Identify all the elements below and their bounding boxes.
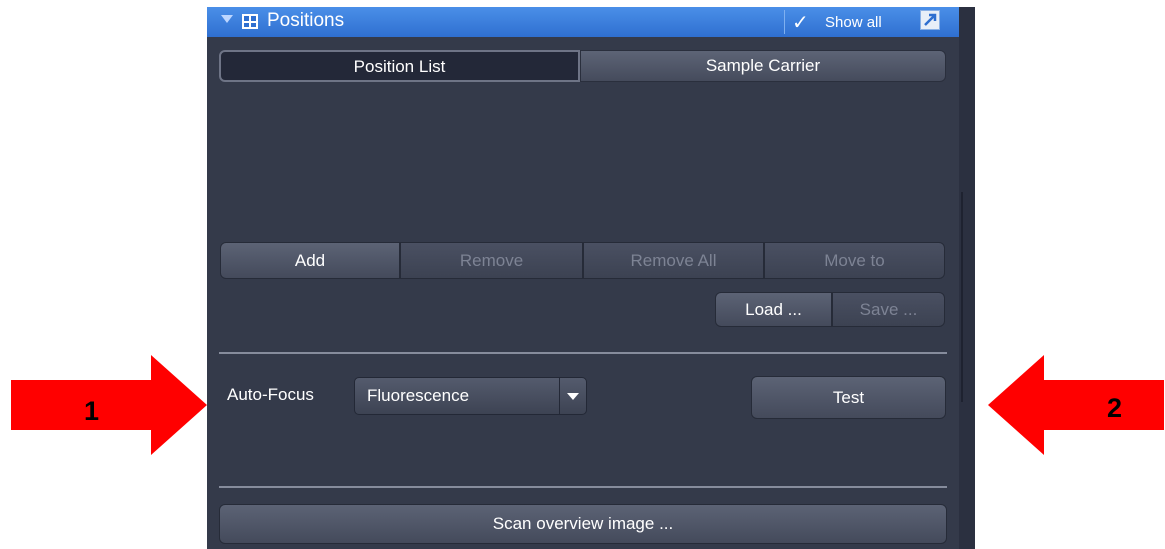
show-all-toggle[interactable]: Show all [825,14,882,31]
triangle-down-icon[interactable] [221,15,233,23]
callout-number-2: 2 [1107,393,1123,423]
load-button[interactable]: Load ... [715,292,832,327]
auto-focus-selected-value: Fluorescence [367,386,470,405]
section-divider [219,486,947,488]
auto-focus-select[interactable]: Fluorescence [354,377,587,415]
panel-scroll-edge [959,7,975,549]
panel-title: Positions [267,10,345,31]
move-to-button[interactable]: Move to [764,242,945,279]
add-button[interactable]: Add [220,242,400,279]
remove-button[interactable]: Remove [400,242,583,279]
save-button[interactable]: Save ... [832,292,945,327]
checkmark-icon[interactable]: ✓ [792,10,809,35]
callout-number-1: 1 [84,396,100,426]
header-divider [784,10,785,34]
tab-bar: Position List Sample Carrier [219,50,946,82]
external-window-icon[interactable] [920,10,940,30]
section-divider [219,352,947,354]
panel-header[interactable]: Positions ✓ Show all [207,7,959,37]
remove-all-button[interactable]: Remove All [583,242,764,279]
callout-arrow-1 [11,355,207,455]
chevron-down-icon [567,393,579,400]
positions-grid-icon [242,14,258,29]
test-button[interactable]: Test [751,376,946,419]
tab-position-list[interactable]: Position List [219,50,580,82]
positions-panel: Positions ✓ Show all Position List Sampl… [207,7,959,549]
auto-focus-label: Auto-Focus [227,385,314,404]
dropdown-button[interactable] [559,378,586,414]
scan-overview-image-button[interactable]: Scan overview image ... [219,504,947,544]
callout-arrow-2 [988,355,1164,455]
tab-sample-carrier[interactable]: Sample Carrier [580,50,946,82]
